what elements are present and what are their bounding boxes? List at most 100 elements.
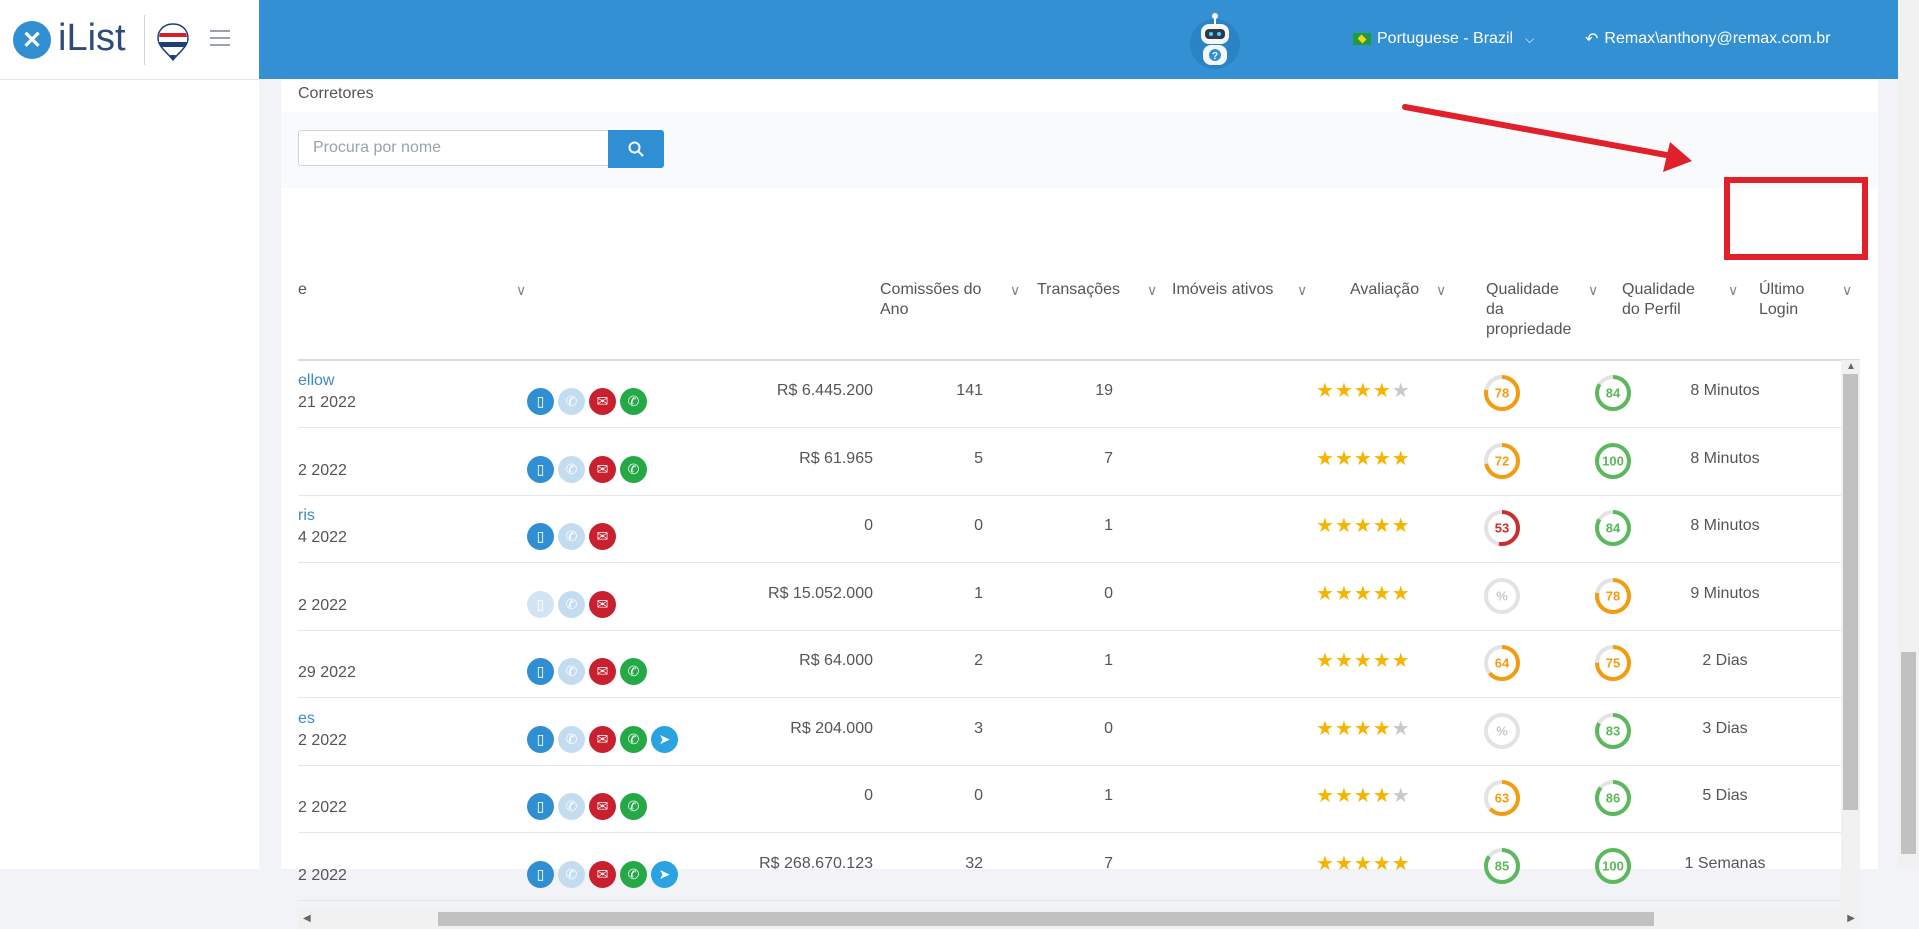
telegram-icon[interactable]: ➤ — [651, 725, 678, 753]
star-icon: ★ — [1353, 650, 1373, 672]
profile-quality-ring: 84 — [1595, 510, 1631, 546]
ilist-logo-icon: ✕ — [13, 21, 51, 59]
search-icon — [628, 141, 644, 157]
ilist-logo-text: iList — [58, 17, 126, 59]
phone-icon[interactable]: ✆ — [558, 725, 585, 753]
phone-icon[interactable]: ✆ — [558, 658, 585, 685]
email-icon[interactable]: ✉ — [589, 658, 616, 685]
whatsapp-icon[interactable]: ✆ — [620, 658, 647, 685]
broker-name-link[interactable]: es — [298, 710, 315, 728]
telegram-icon[interactable]: ➤ — [651, 860, 678, 888]
table-row[interactable]: 29 2022 ▯ ✆ ✉ ✆ R$ 64.000 2 1 ★★★★★ 64 75 2… — [298, 630, 1841, 698]
star-icon: ★ — [1391, 785, 1411, 807]
sort-last-login-icon[interactable]: ∨ — [1842, 280, 1852, 300]
star-icon: ★ — [1334, 785, 1354, 807]
whatsapp-icon[interactable]: ✆ — [620, 455, 647, 483]
active-listings-value: 7 — [1104, 854, 1113, 872]
star-icon: ★ — [1334, 650, 1354, 672]
mobile-disabled-icon[interactable]: ▯ — [527, 590, 554, 618]
sort-property-quality-icon[interactable]: ∨ — [1588, 280, 1598, 300]
profile-quality-ring: 100 — [1595, 442, 1631, 479]
profile-quality-ring: 78 — [1595, 577, 1631, 614]
email-icon[interactable]: ✉ — [589, 388, 616, 415]
email-icon[interactable]: ✉ — [589, 860, 616, 888]
table-row[interactable]: 2 2022 ▯ ✆ ✉ R$ 15.052.000 1 0 ★★★★★ % 78 … — [298, 563, 1841, 631]
whatsapp-icon[interactable]: ✆ — [620, 725, 647, 753]
robot-help-icon[interactable]: ? — [1187, 12, 1243, 70]
table-row[interactable]: 2 2022 ▯ ✆ ✉ ✆ 0 0 1 ★★★★★ 63 86 5 Dias — [298, 765, 1841, 833]
mobile-icon[interactable]: ▯ — [527, 523, 554, 550]
page-vertical-scroll-thumb[interactable] — [1901, 652, 1916, 854]
email-icon[interactable]: ✉ — [589, 725, 616, 753]
broker-name-link[interactable]: ris — [298, 507, 315, 525]
phone-icon[interactable]: ✆ — [558, 793, 585, 820]
whatsapp-icon[interactable]: ✆ — [620, 388, 647, 415]
search-input[interactable] — [298, 130, 608, 166]
sort-transactions-icon[interactable]: ∨ — [1147, 280, 1157, 300]
mobile-icon[interactable]: ▯ — [527, 860, 554, 888]
header-transactions: Transações ∨ — [1037, 281, 1158, 298]
star-icon: ★ — [1372, 650, 1392, 672]
sort-commissions-icon[interactable]: ∨ — [1010, 280, 1020, 300]
broker-date: 2 2022 — [298, 596, 347, 614]
email-icon[interactable]: ✉ — [589, 590, 616, 618]
mobile-icon[interactable]: ▯ — [527, 455, 554, 483]
phone-icon[interactable]: ✆ — [558, 455, 585, 483]
brokers-card: Corretores e ∨ Comissões doAno ∨ Transaç… — [281, 79, 1878, 929]
contact-icons: ▯ ✆ ✉ ✆ ➤ — [527, 725, 678, 753]
table-vertical-scroll-thumb[interactable] — [1843, 374, 1858, 810]
table-vertical-scrollbar[interactable]: ▲ ▼ — [1841, 360, 1860, 929]
email-icon[interactable]: ✉ — [589, 523, 616, 550]
phone-icon[interactable]: ✆ — [558, 860, 585, 888]
mobile-icon[interactable]: ▯ — [527, 725, 554, 753]
active-listings-value: 7 — [1104, 449, 1113, 467]
svg-text:84: 84 — [1606, 521, 1621, 536]
last-login-value: 3 Dias — [1702, 719, 1748, 737]
search-button[interactable] — [608, 130, 664, 168]
active-listings-value: 1 — [1104, 652, 1113, 669]
mobile-icon[interactable]: ▯ — [527, 793, 554, 820]
sort-name-icon[interactable]: ∨ — [516, 280, 526, 300]
table-row[interactable]: 2 2022 ▯ ✆ ✉ ✆ ➤ R$ 268.670.123 32 7 ★★★★★ 8… — [298, 833, 1841, 901]
language-selector[interactable]: Portuguese - Brazil ⌵ — [1353, 30, 1534, 48]
phone-icon[interactable]: ✆ — [558, 523, 585, 550]
header-active-listings: Imóveis ativos ∨ — [1172, 281, 1308, 298]
commissions-value: R$ 204.000 — [790, 719, 873, 737]
phone-icon[interactable]: ✆ — [558, 388, 585, 415]
mobile-icon[interactable]: ▯ — [527, 388, 554, 415]
commissions-value: R$ 6.445.200 — [776, 382, 873, 399]
star-icon: ★ — [1353, 717, 1373, 740]
star-icon: ★ — [1372, 785, 1392, 807]
page-vertical-scrollbar[interactable] — [1898, 0, 1919, 869]
table-row[interactable]: 2 2022 ▯ ✆ ✉ ✆ R$ 61.965 5 7 ★★★★★ 72 100 8… — [298, 428, 1841, 496]
rating-stars: ★★★★★ — [1316, 446, 1411, 471]
email-icon[interactable]: ✉ — [589, 455, 616, 483]
active-listings-value: 19 — [1095, 382, 1113, 399]
property-quality-ring: 78 — [1484, 375, 1520, 411]
table-row[interactable]: ris 4 2022 ▯ ✆ ✉ 0 0 1 ★★★★★ 53 84 8 Minut… — [298, 495, 1841, 563]
svg-text:63: 63 — [1495, 791, 1509, 806]
contact-icons: ▯ ✆ ✉ ✆ — [527, 455, 647, 483]
table-row[interactable]: ellow 21 2022 ▯ ✆ ✉ ✆ R$ 6.445.200 141 19 ★… — [298, 360, 1841, 428]
table-horizontal-scroll-thumb[interactable] — [438, 912, 1654, 926]
svg-text:78: 78 — [1495, 386, 1509, 401]
whatsapp-icon[interactable]: ✆ — [620, 793, 647, 820]
commissions-value: R$ 64.000 — [799, 652, 873, 669]
header-last-login: Último Login ∨ — [1759, 281, 1853, 318]
user-menu[interactable]: ↶ Remax\anthony@remax.com.br — [1585, 29, 1831, 49]
table-horizontal-scrollbar[interactable]: ◀ ▶ — [298, 909, 1860, 929]
sort-rating-icon[interactable]: ∨ — [1436, 280, 1446, 300]
email-icon[interactable]: ✉ — [589, 793, 616, 820]
mobile-icon[interactable]: ▯ — [527, 658, 554, 685]
sort-active-icon[interactable]: ∨ — [1297, 280, 1307, 300]
contact-icons: ▯ ✆ ✉ ✆ — [527, 658, 647, 685]
whatsapp-icon[interactable]: ✆ — [620, 860, 647, 888]
star-icon: ★ — [1372, 852, 1392, 875]
phone-icon[interactable]: ✆ — [558, 590, 585, 618]
svg-text:78: 78 — [1606, 588, 1620, 603]
hamburger-icon[interactable] — [210, 30, 230, 46]
sort-profile-quality-icon[interactable]: ∨ — [1728, 280, 1738, 300]
table-row[interactable]: es 2 2022 ▯ ✆ ✉ ✆ ➤ R$ 204.000 3 0 ★★★★★ % 8… — [298, 698, 1841, 766]
broker-name-link[interactable]: ellow — [298, 372, 334, 390]
profile-quality-ring: 83 — [1595, 712, 1631, 749]
